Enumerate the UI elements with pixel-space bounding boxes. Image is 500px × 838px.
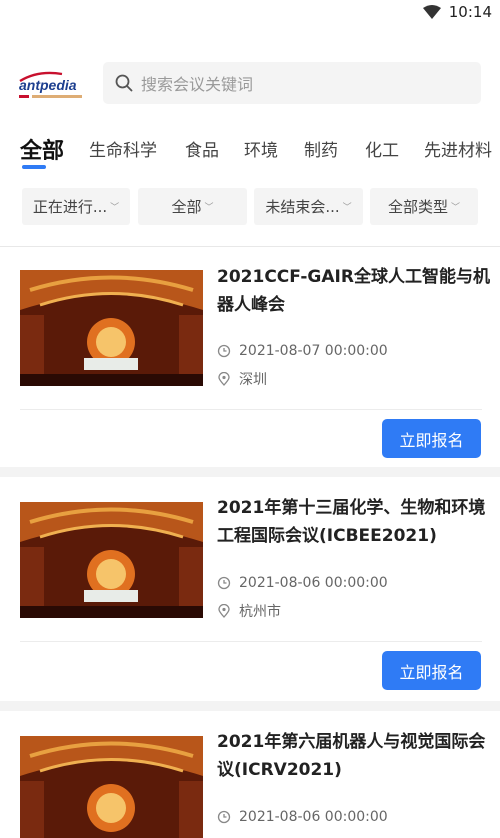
- conference-title[interactable]: 2021CCF-GAIR全球人工智能与机器人峰会: [217, 263, 492, 319]
- filter-category[interactable]: 全部 ﹀: [138, 188, 247, 225]
- tab-environment[interactable]: 环境: [244, 136, 278, 161]
- conference-card[interactable]: 2021CCF-GAIR全球人工智能与机器人峰会 2021-08-07 00:0…: [0, 247, 500, 467]
- filter-end-state[interactable]: 未结束会... ﹀: [254, 188, 363, 225]
- card-divider: [20, 409, 482, 410]
- conference-location-text: 杭州市: [239, 604, 281, 620]
- chevron-down-icon: ﹀: [342, 203, 352, 213]
- conference-title[interactable]: 2021年第六届机器人与视觉国际会议(ICRV2021): [217, 728, 492, 784]
- conference-date-text: 2021-08-06 00:00:00: [239, 575, 388, 591]
- clock-icon: [217, 344, 231, 358]
- chevron-down-icon: ﹀: [451, 203, 461, 213]
- status-bar: 10:14: [0, 0, 500, 26]
- clock-icon: [217, 810, 231, 824]
- chevron-down-icon: ﹀: [204, 203, 214, 213]
- tab-advanced-materials[interactable]: 先进材料: [424, 136, 492, 161]
- conference-card[interactable]: 2021年第十三届化学、生物和环境工程国际会议(ICBEE2021) 2021-…: [0, 477, 500, 701]
- conference-image[interactable]: [20, 736, 203, 838]
- wifi-icon: [422, 5, 441, 19]
- filter-type[interactable]: 全部类型 ﹀: [370, 188, 478, 225]
- conference-location: 深圳: [217, 369, 267, 389]
- card-gap: [0, 701, 500, 711]
- conference-location: 杭州市: [217, 601, 281, 621]
- register-button[interactable]: 立即报名: [382, 419, 481, 458]
- conference-image[interactable]: [20, 270, 203, 386]
- conference-date-text: 2021-08-06 00:00:00: [239, 809, 388, 825]
- active-tab-indicator: [22, 165, 46, 169]
- search-input[interactable]: 搜索会议关键词: [103, 62, 481, 104]
- filter-status[interactable]: 正在进行... ﹀: [22, 188, 130, 225]
- card-divider: [20, 641, 482, 642]
- filter-status-label: 正在进行...: [32, 198, 108, 216]
- tab-chemical[interactable]: 化工: [365, 136, 399, 161]
- filter-end-state-label: 未结束会...: [265, 198, 340, 216]
- tab-all[interactable]: 全部: [20, 133, 64, 165]
- clock-icon: [217, 576, 231, 590]
- conference-title[interactable]: 2021年第十三届化学、生物和环境工程国际会议(ICBEE2021): [217, 494, 492, 550]
- top-bar: antpedia 搜索会议关键词: [0, 58, 500, 110]
- search-placeholder: 搜索会议关键词: [141, 75, 254, 94]
- svg-text:antpedia: antpedia: [19, 77, 77, 93]
- status-time: 10:14: [448, 3, 492, 21]
- conference-date: 2021-08-06 00:00:00: [217, 575, 388, 591]
- antpedia-logo[interactable]: antpedia: [18, 66, 86, 102]
- tab-pharma[interactable]: 制药: [304, 136, 338, 161]
- conference-date-text: 2021-08-07 00:00:00: [239, 343, 388, 359]
- conference-location-text: 深圳: [239, 372, 267, 388]
- conference-card[interactable]: 2021年第六届机器人与视觉国际会议(ICRV2021) 2021-08-06 …: [0, 711, 500, 838]
- conference-date: 2021-08-07 00:00:00: [217, 343, 388, 359]
- filter-type-label: 全部类型: [387, 198, 448, 216]
- register-button[interactable]: 立即报名: [382, 651, 481, 690]
- filter-bar: 正在进行... ﹀ 全部 ﹀ 未结束会... ﹀ 全部类型 ﹀: [0, 188, 500, 226]
- tab-food[interactable]: 食品: [185, 136, 219, 161]
- location-pin-icon: [218, 604, 230, 618]
- location-pin-icon: [218, 372, 230, 386]
- card-gap: [0, 467, 500, 477]
- chevron-down-icon: ﹀: [110, 203, 120, 213]
- search-icon: [115, 74, 133, 92]
- tab-life-science[interactable]: 生命科学: [89, 136, 157, 161]
- conference-image[interactable]: [20, 502, 203, 618]
- conference-date: 2021-08-06 00:00:00: [217, 809, 388, 825]
- filter-category-label: 全部: [171, 198, 202, 216]
- category-tabs: 全部 生命科学 食品 环境 制药 化工 先进材料: [0, 128, 500, 174]
